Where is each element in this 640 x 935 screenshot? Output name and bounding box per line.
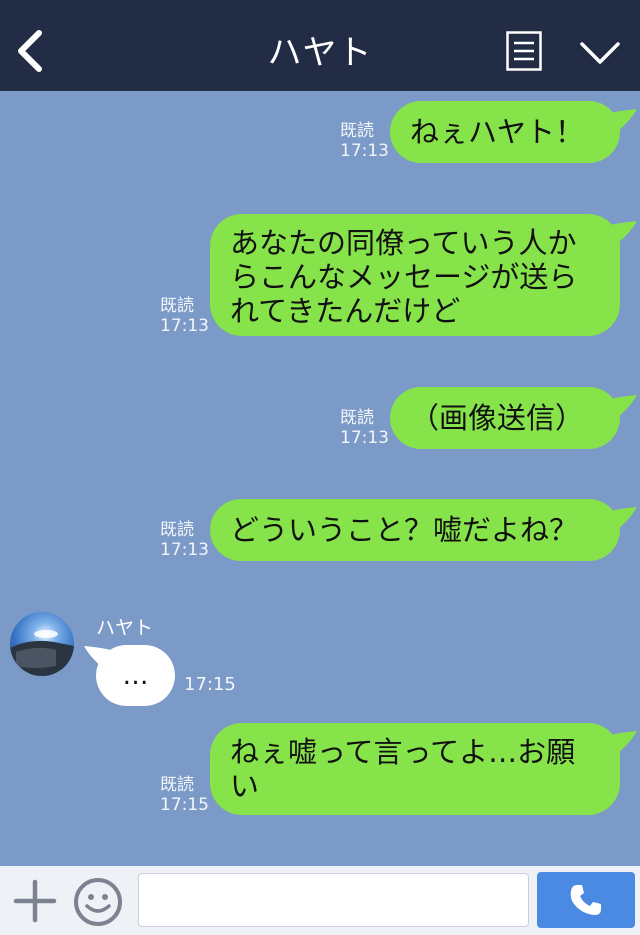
message-meta: 17:15: [184, 675, 236, 695]
message-time: 17:13: [160, 316, 209, 336]
read-receipt: 既読: [160, 520, 194, 540]
message-time: 17:15: [160, 795, 209, 815]
bubble-tail: [605, 221, 637, 244]
back-button[interactable]: [8, 26, 52, 76]
add-button[interactable]: [12, 878, 58, 924]
message-time: 17:13: [340, 141, 389, 161]
smiley-icon: [74, 878, 122, 926]
chevron-down-icon: [580, 42, 620, 64]
message-time: 17:15: [184, 674, 236, 695]
message-meta: 既読 17:13: [340, 121, 389, 161]
avatar[interactable]: [10, 612, 74, 676]
message-meta: 既読 17:13: [160, 520, 209, 560]
read-receipt: 既読: [340, 121, 374, 141]
chevron-left-icon: [18, 30, 42, 72]
message-meta: 既読 17:15: [160, 775, 209, 815]
message-time: 17:13: [160, 540, 209, 560]
read-receipt: 既読: [340, 408, 374, 428]
input-bar: [0, 866, 640, 935]
message-bubble[interactable]: （画像送信）: [390, 387, 620, 449]
bubble-tail: [605, 109, 637, 132]
message-bubble[interactable]: …: [96, 645, 175, 706]
menu-button[interactable]: [506, 31, 542, 71]
chat-header: ハヤト: [0, 0, 640, 91]
message-meta: 既読 17:13: [340, 408, 389, 448]
message-input[interactable]: [138, 873, 529, 927]
collapse-button[interactable]: [576, 34, 624, 70]
message-bubble[interactable]: ねぇハヤト！: [390, 101, 620, 163]
message-text: ねぇハヤト！: [410, 115, 585, 149]
call-button[interactable]: [537, 872, 635, 928]
message-text: （画像送信）: [410, 401, 585, 435]
message-bubble[interactable]: どういうこと？嘘だよね？: [210, 499, 620, 561]
bubble-tail: [605, 507, 637, 530]
message-text-line: ねぇ嘘って言ってよ…お願: [230, 735, 576, 769]
menu-list-icon: [506, 31, 542, 71]
bubble-tail: [605, 395, 637, 418]
message-text-line: い: [230, 769, 260, 803]
emoji-button[interactable]: [72, 876, 124, 928]
chat-title: ハヤト: [267, 33, 373, 73]
read-receipt: 既読: [160, 296, 194, 316]
message-text: どういうこと？嘘だよね？: [230, 513, 579, 547]
plus-icon: [13, 879, 57, 923]
message-text-line: あなたの同僚っていう人か: [230, 226, 577, 260]
avatar-image: [10, 630, 74, 676]
message-meta: 既読 17:13: [160, 296, 209, 336]
sender-name: ハヤト: [96, 617, 154, 639]
message-bubble[interactable]: ねぇ嘘って言ってよ…お願 い: [210, 723, 620, 815]
message-time: 17:13: [340, 428, 389, 448]
message-text-line: らこんなメッセージが送ら: [230, 260, 578, 294]
message-text: …: [122, 660, 149, 691]
bubble-tail: [605, 731, 637, 754]
phone-icon: [570, 885, 601, 915]
read-receipt: 既読: [160, 775, 194, 795]
message-bubble[interactable]: あなたの同僚っていう人か らこんなメッセージが送ら れてきたんだけど: [210, 214, 620, 336]
message-text-line: れてきたんだけど: [230, 294, 461, 328]
